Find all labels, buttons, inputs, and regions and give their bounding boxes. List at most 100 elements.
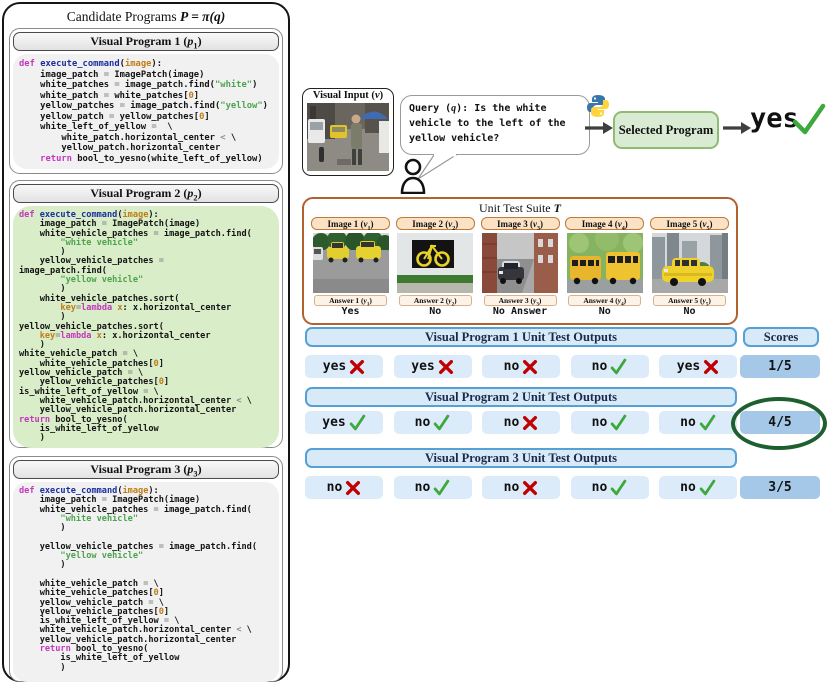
image-3-label: Image 3 (v3): [480, 217, 560, 232]
check-icon: [434, 414, 450, 431]
test-column-3: Image 3 (v3) Answer 3 (y3) No Answer: [480, 217, 560, 318]
person-icon: [400, 158, 426, 194]
code-line: return bool_to_yesno(white_left_of_yello…: [19, 153, 263, 164]
answer-1-value: Yes: [341, 306, 360, 317]
unit-test-output-cell: yes: [659, 355, 737, 378]
cross-icon: [346, 480, 361, 495]
final-check-icon: [792, 103, 826, 135]
code-line: ): [19, 662, 66, 673]
program-section-1: Visual Program 1 (p1) def execute_comman…: [9, 28, 283, 174]
test-column-4: Image 4 (v4) Answer 4 (y4) No: [565, 217, 645, 318]
test-image-1: [312, 233, 389, 293]
code-line: yellow_patch = yellow_patches[0]: [19, 111, 210, 122]
output-text: no: [503, 359, 520, 374]
cross-icon: [523, 480, 538, 495]
output-text: yes: [322, 415, 346, 430]
unit-test-suite: Unit Test Suite T Image 1 (v1) Answer 1 …: [302, 197, 738, 325]
unit-test-output-cell: no: [570, 355, 649, 378]
panel-title-text: Candidate Programs: [66, 9, 180, 24]
program-2-outputs-row: yes no no no no: [305, 411, 737, 434]
output-text: no: [503, 415, 520, 430]
program-3-header: Visual Program 3 (p3): [13, 460, 279, 479]
code-line: yellow_patch.horizontal_center: [19, 143, 221, 153]
test-image-4: [566, 233, 643, 293]
unit-test-columns: Image 1 (v1) Answer 1 (y1) Yes Image 2 (…: [311, 217, 729, 318]
output-text: yes: [322, 359, 347, 374]
image-1-label: Image 1 (v1): [311, 217, 390, 232]
visual-input-photo: [307, 103, 389, 171]
program-1-code: def execute_command(image): image_patch …: [13, 54, 279, 169]
test-column-1: Image 1 (v1) Answer 1 (y1) Yes: [311, 217, 390, 318]
code-line: yellow_patches = image_patch.find("yello…: [19, 101, 268, 111]
code-line: ): [19, 433, 45, 444]
panel-title-math: P = π(q): [179, 9, 226, 24]
image-4-label: Image 4 (v4): [565, 217, 645, 232]
program-section-3: Visual Program 3 (p3) def execute_comman…: [9, 456, 283, 682]
code-line: white_patch = white_patches[0]: [19, 90, 200, 101]
visual-input-label: Visual Input (v): [312, 90, 384, 101]
program-3-score: 3/5: [740, 476, 820, 499]
unit-test-output-cell: yes: [305, 355, 383, 378]
figure-canvas: Candidate Programs P = π(q) Visual Progr…: [0, 0, 830, 688]
program-1-score: 1/5: [740, 355, 820, 378]
query-text: Query (q): Is the white vehicle to the l…: [409, 103, 566, 144]
visual-input-box: Visual Input (v): [302, 88, 394, 176]
answer-4-label: Answer 4 (y4): [568, 295, 642, 308]
code-line: ): [19, 560, 66, 571]
image-5-label: Image 5 (v5): [650, 217, 729, 232]
image-2-label: Image 2 (v2): [395, 217, 475, 232]
arrow-query-to-program: [585, 122, 613, 134]
program-1-header: Visual Program 1 (p1): [13, 32, 279, 51]
test-column-5: Image 5 (v5) Answer 5 (y5) No: [650, 217, 729, 318]
unit-test-output-cell: yes: [305, 411, 383, 434]
output-text: no: [503, 480, 520, 495]
code-line: key=lambda x: x.horizontal_center: [39, 330, 211, 341]
answer-3-value: No Answer: [492, 306, 548, 317]
code-line: is_white_left_of_yellow: [19, 423, 159, 434]
output-text: yes: [411, 359, 435, 374]
test-image-3: [482, 233, 558, 293]
unit-test-suite-title: Unit Test Suite T: [479, 201, 561, 215]
candidate-programs-panel: Candidate Programs P = π(q) Visual Progr…: [2, 2, 290, 682]
output-text: no: [680, 415, 696, 430]
program-2-outputs-header: Visual Program 2 Unit Test Outputs: [305, 387, 737, 407]
output-text: no: [680, 480, 696, 495]
program-section-2: Visual Program 2 (p2) def execute_comman…: [9, 180, 283, 449]
unit-test-output-cell: no: [659, 411, 737, 434]
test-image-2: [397, 233, 474, 293]
check-icon: [611, 479, 627, 496]
unit-test-output-cell: no: [393, 476, 472, 499]
selected-program-box: Selected Program: [613, 111, 719, 149]
answer-4-value: No: [598, 306, 611, 317]
unit-test-output-cell: no: [570, 411, 649, 434]
unit-test-output-cell: no: [659, 476, 737, 499]
code-line: white_patches = image_patch.find("white"…: [19, 80, 258, 90]
program-1-outputs-row: yes yes no no yes: [305, 355, 737, 378]
unit-test-output-cell: no: [393, 411, 472, 434]
query-bubble: Query (q): Is the white vehicle to the l…: [400, 95, 590, 155]
code-line: white_patch.horizontal_center < \: [19, 132, 237, 143]
cross-icon: [704, 359, 719, 374]
code-line: white_left_of_yellow = \: [19, 122, 173, 132]
code-line: ): [19, 523, 66, 534]
cross-icon: [350, 359, 365, 374]
program-3-code: def execute_command(image): image_patch …: [13, 482, 279, 682]
panel-title: Candidate Programs P = π(q): [4, 9, 288, 25]
program-3-outputs-row: no no no no no: [305, 476, 737, 499]
code-line: image_patch = ImagePatch(image): [19, 69, 205, 80]
program-3-outputs-header: Visual Program 3 Unit Test Outputs: [305, 448, 737, 468]
code-line: def execute_command(image):: [19, 59, 163, 69]
answer-2-label: Answer 2 (y2): [398, 295, 472, 308]
check-icon: [434, 479, 450, 496]
cross-icon: [523, 415, 538, 430]
output-text: no: [414, 480, 431, 495]
unit-test-output-cell: no: [482, 476, 560, 499]
output-text: no: [591, 415, 608, 430]
answer-5-value: No: [683, 306, 696, 317]
best-score-circle: [731, 397, 827, 450]
unit-test-output-cell: yes: [393, 355, 472, 378]
answer-5-label: Answer 5 (y5): [653, 295, 726, 308]
program-2-code: def execute_command(image): image_patch …: [13, 206, 279, 449]
check-icon: [349, 414, 366, 431]
check-icon: [611, 414, 627, 431]
